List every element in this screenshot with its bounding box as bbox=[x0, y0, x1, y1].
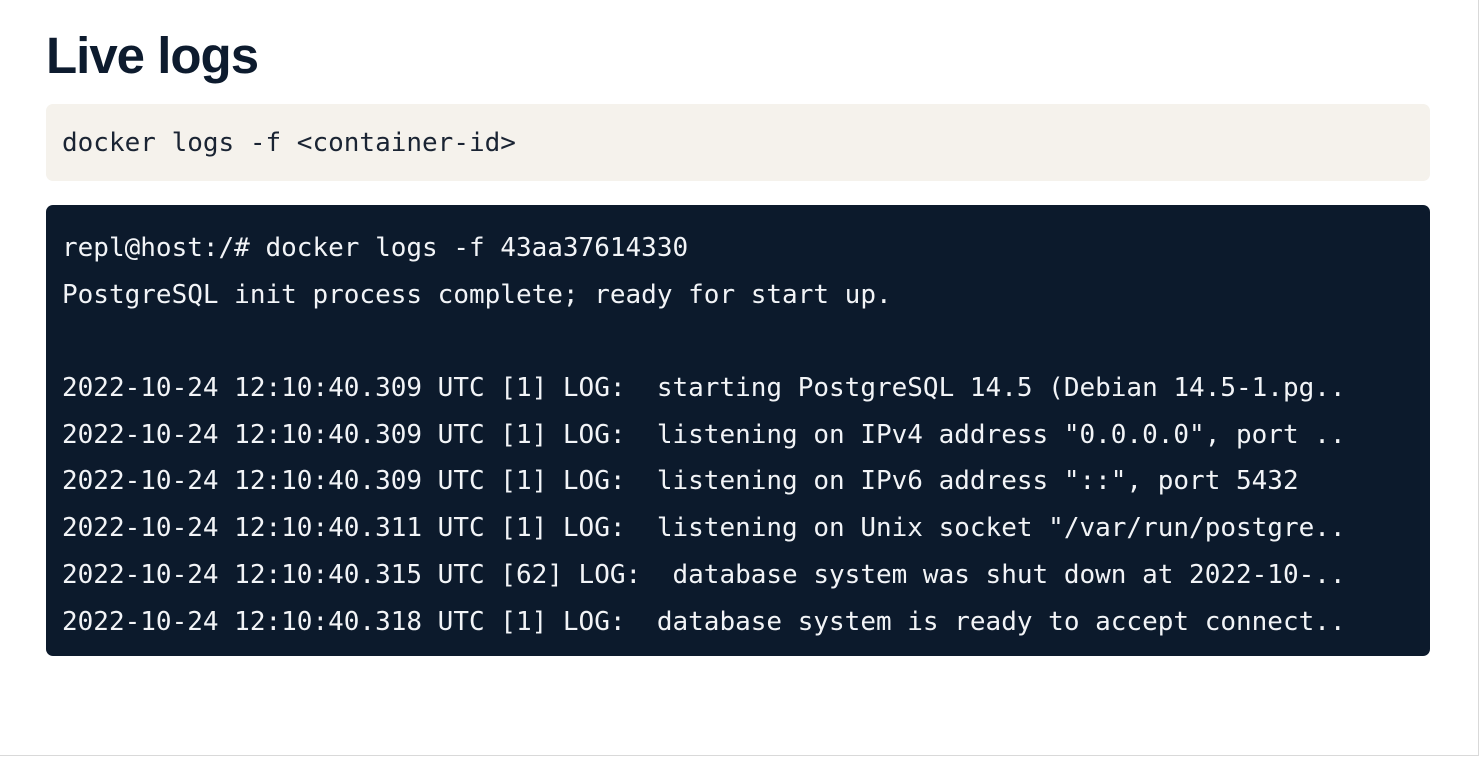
terminal-line: 2022-10-24 12:10:40.315 UTC [62] LOG: da… bbox=[62, 559, 1346, 590]
page-frame: Live logs docker logs -f <container-id> … bbox=[0, 0, 1479, 756]
command-text[interactable]: docker logs -f <container-id> bbox=[62, 128, 516, 158]
command-code-block[interactable]: docker logs -f <container-id> bbox=[46, 104, 1430, 181]
terminal-line: 2022-10-24 12:10:40.309 UTC [1] LOG: lis… bbox=[62, 419, 1346, 450]
terminal-line: PostgreSQL init process complete; ready … bbox=[62, 279, 892, 310]
terminal-line: 2022-10-24 12:10:40.309 UTC [1] LOG: lis… bbox=[62, 466, 1299, 497]
terminal-line: 2022-10-24 12:10:40.318 UTC [1] LOG: dat… bbox=[62, 606, 1346, 637]
terminal-output[interactable]: repl@host:/# docker logs -f 43aa37614330… bbox=[46, 205, 1430, 656]
terminal-line: 2022-10-24 12:10:40.309 UTC [1] LOG: sta… bbox=[62, 373, 1346, 404]
page-title: Live logs bbox=[46, 27, 259, 84]
terminal-line: repl@host:/# docker logs -f 43aa37614330 bbox=[62, 233, 689, 263]
terminal-line: 2022-10-24 12:10:40.311 UTC [1] LOG: lis… bbox=[62, 513, 1346, 544]
